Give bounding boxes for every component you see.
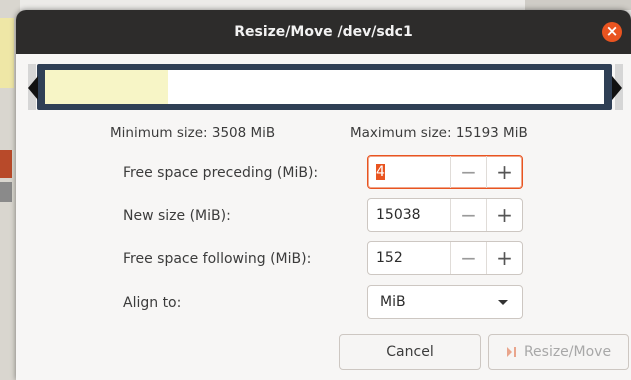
cancel-button[interactable]: Cancel	[339, 334, 481, 370]
minus-icon[interactable]: −	[450, 156, 486, 188]
plus-icon[interactable]: +	[486, 156, 522, 188]
minus-icon[interactable]: −	[450, 199, 486, 231]
cancel-button-label: Cancel	[386, 344, 434, 360]
title-bar: Resize/Move /dev/sdc1 ×	[16, 10, 631, 54]
free-space-preceding-input[interactable]: 4	[368, 164, 450, 180]
align-to-select[interactable]: MiB	[367, 285, 523, 319]
free-space-preceding-stepper[interactable]: 4 − +	[367, 155, 523, 189]
partition-area	[45, 70, 604, 104]
chevron-down-icon	[498, 299, 508, 305]
right-resize-handle-icon[interactable]	[612, 76, 622, 100]
partition-resizer[interactable]	[28, 64, 624, 116]
free-space-preceding-label: Free space preceding (MiB):	[123, 165, 319, 181]
free-space-following-label: Free space following (MiB):	[123, 251, 312, 267]
plus-icon[interactable]: +	[486, 242, 522, 274]
new-size-label: New size (MiB):	[123, 208, 231, 224]
maximum-size-label: Maximum size: 15193 MiB	[350, 125, 528, 141]
background-partition-fragment	[0, 150, 12, 178]
background-partition-fragment	[0, 18, 14, 88]
partition-frame[interactable]	[37, 64, 612, 110]
align-to-value: MiB	[380, 294, 406, 310]
new-size-input[interactable]: 15038	[368, 207, 450, 223]
resize-move-button-label: Resize/Move	[523, 344, 612, 360]
minimum-size-label: Minimum size: 3508 MiB	[110, 125, 276, 141]
free-space-following-stepper[interactable]: 152 − +	[367, 241, 523, 275]
resize-move-button[interactable]: Resize/Move	[488, 334, 629, 370]
dialog-title: Resize/Move /dev/sdc1	[234, 24, 413, 40]
used-space-fill	[45, 70, 168, 104]
background-partition-fragment	[0, 182, 12, 202]
plus-icon[interactable]: +	[486, 199, 522, 231]
close-icon[interactable]: ×	[602, 22, 622, 42]
free-space-following-input[interactable]: 152	[368, 250, 450, 266]
new-size-stepper[interactable]: 15038 − +	[367, 198, 523, 232]
resize-move-icon	[506, 346, 518, 358]
resize-move-dialog: Resize/Move /dev/sdc1 × Minimum size: 35…	[16, 10, 631, 380]
left-resize-handle-icon[interactable]	[28, 76, 38, 100]
background-window	[525, 0, 631, 10]
minus-icon[interactable]: −	[450, 242, 486, 274]
align-to-label: Align to:	[123, 295, 182, 311]
